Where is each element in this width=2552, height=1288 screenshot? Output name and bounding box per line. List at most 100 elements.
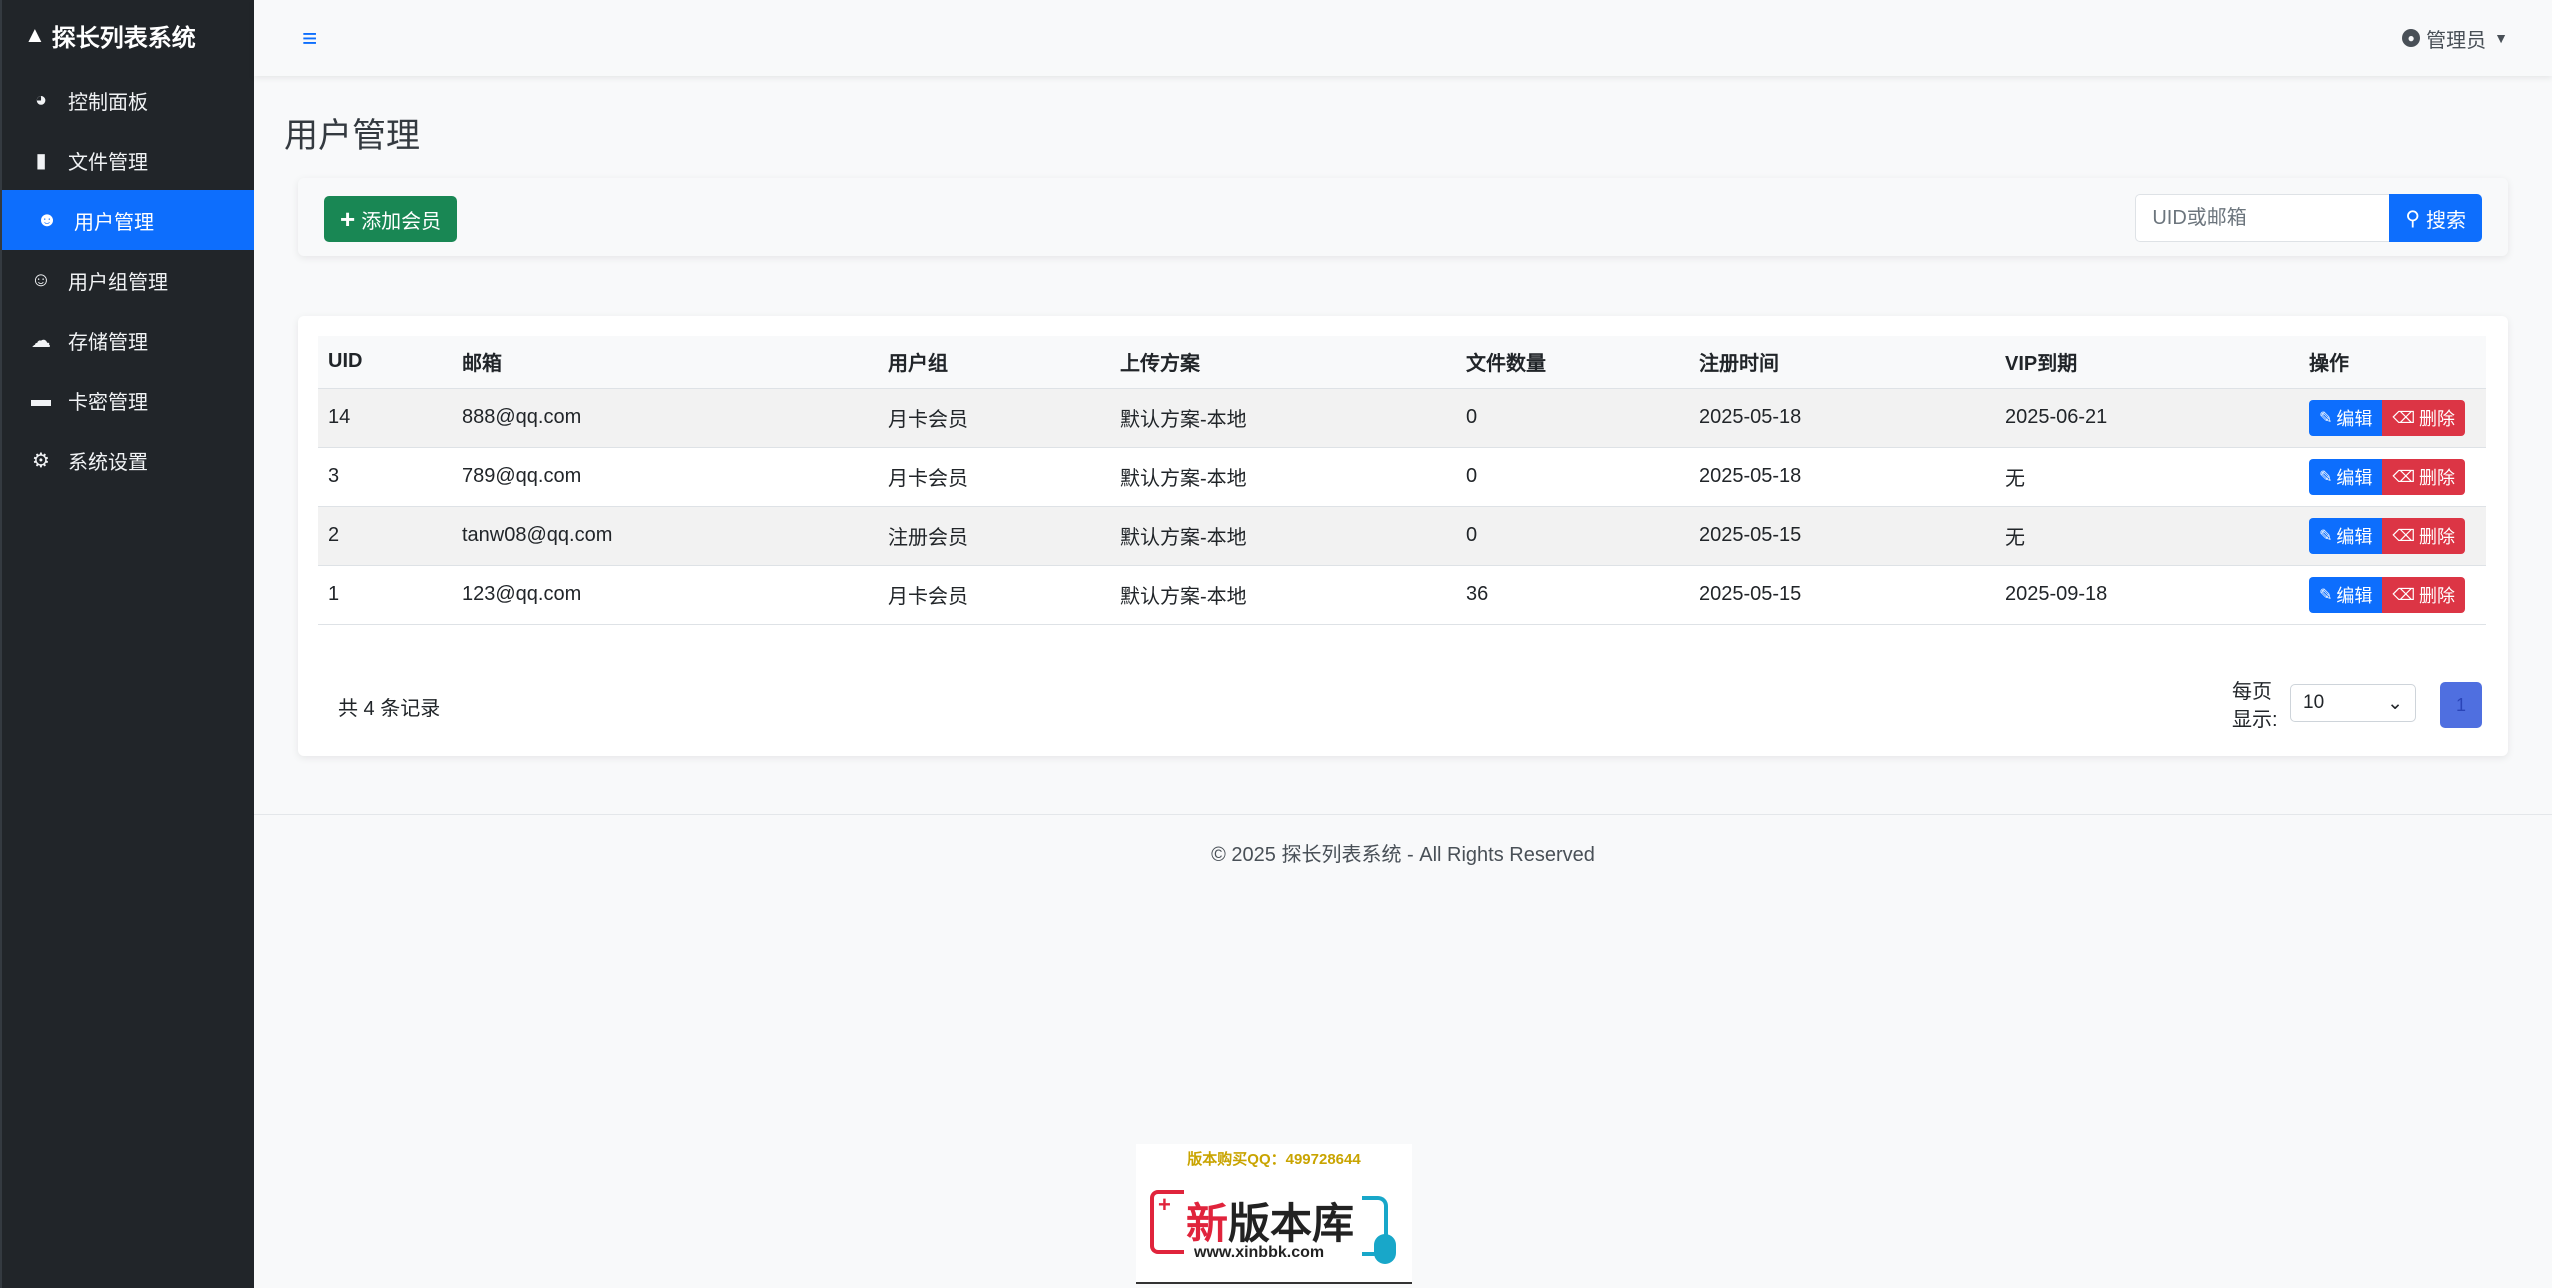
cell-vip-expiry: 2025-09-18 — [2005, 583, 2108, 605]
cell-uid: 14 — [328, 406, 351, 428]
cell-group: 月卡会员 — [888, 468, 968, 490]
edit-button[interactable]: ✎ 编辑 — [2309, 458, 2383, 495]
menu-toggle-icon[interactable]: ≡ — [302, 23, 317, 54]
user-circle-icon: ● — [2402, 29, 2421, 47]
delete-label: 删除 — [2419, 467, 2456, 488]
user-menu-label: 管理员 — [2426, 29, 2487, 52]
search-icon: ⚲ — [2405, 207, 2420, 230]
user-menu[interactable]: ● 管理员 ▼ — [2402, 24, 2508, 53]
cell-group: 注册会员 — [888, 527, 968, 549]
watermark-url: www.xinbbk.com — [1194, 1244, 1325, 1261]
delete-label: 删除 — [2419, 526, 2456, 547]
per-page-value: 10 — [2303, 692, 2325, 713]
cell-uid: 3 — [328, 465, 340, 487]
column-header-vip-expiry: VIP到期 — [2005, 353, 2078, 376]
edit-icon: ✎ — [2319, 468, 2333, 486]
brand-title: 探长列表系统 — [51, 24, 196, 52]
per-page-label: 每页显示: — [2232, 681, 2278, 731]
sidebar-item-dashboard[interactable]: ◕ 控制面板 — [2, 70, 254, 130]
column-header-plan: 上传方案 — [1120, 353, 1200, 376]
cell-uid: 2 — [328, 524, 340, 546]
table-row: 3 789@qq.com 月卡会员 默认方案-本地 0 2025-05-18 无… — [318, 447, 2486, 506]
cell-email: 888@qq.com — [462, 406, 582, 428]
cell-actions: ✎ 编辑 ⌫ 删除 — [2299, 565, 2486, 624]
cell-actions: ✎ 编辑 ⌫ 删除 — [2299, 506, 2486, 565]
plus-icon: + — [340, 203, 356, 234]
cell-vip-expiry: 无 — [2005, 527, 2025, 549]
cell-email: 789@qq.com — [462, 465, 582, 487]
sidebar-item-settings[interactable]: ⚙ 系统设置 — [2, 430, 254, 490]
edit-icon: ✎ — [2319, 586, 2333, 604]
trash-icon: ⌫ — [2392, 468, 2416, 486]
cell-plan: 默认方案-本地 — [1120, 409, 1247, 431]
watermark-name-rest: 版本库 — [1228, 1200, 1355, 1247]
logo-plus-icon: + — [1158, 1192, 1171, 1217]
search-group: ⚲ 搜索 — [2135, 194, 2482, 242]
tree-icon: ▲ — [24, 22, 46, 47]
row-actions: ✎ 编辑 ⌫ 删除 — [2309, 399, 2466, 436]
topbar: ≡ ● 管理员 ▼ — [254, 0, 2552, 76]
sidebar-item-label: 文件管理 — [68, 151, 148, 174]
column-header-actions: 操作 — [2309, 353, 2349, 376]
cell-register-time: 2025-05-18 — [1699, 406, 1802, 428]
sidebar-item-label: 用户组管理 — [68, 271, 168, 294]
cell-vip-expiry: 无 — [2005, 468, 2025, 490]
trash-icon: ⌫ — [2392, 527, 2416, 545]
user-table-card: UID 邮箱 用户组 上传方案 文件数量 注册时间 VIP到期 操作 14 88… — [298, 316, 2508, 756]
sidebar-item-cards[interactable]: ▬ 卡密管理 — [2, 370, 254, 430]
brand[interactable]: ▲ 探长列表系统 — [2, 0, 254, 70]
cell-file-count: 36 — [1466, 583, 1489, 605]
page-button[interactable]: 1 — [2440, 682, 2482, 728]
toolbar-card: + 添加会员 ⚲ 搜索 — [298, 178, 2508, 256]
column-header-register-time: 注册时间 — [1699, 353, 1779, 376]
sidebar-item-users[interactable]: ☻ 用户管理 — [2, 190, 254, 250]
credit-card-icon: ▬ — [31, 388, 51, 411]
table-row: 2 tanw08@qq.com 注册会员 默认方案-本地 0 2025-05-1… — [318, 506, 2486, 565]
row-actions: ✎ 编辑 ⌫ 删除 — [2309, 458, 2466, 495]
trash-icon: ⌫ — [2392, 586, 2416, 604]
row-actions: ✎ 编辑 ⌫ 删除 — [2309, 576, 2466, 613]
file-icon: ▮ — [35, 149, 47, 172]
cell-actions: ✎ 编辑 ⌫ 删除 — [2299, 388, 2486, 447]
cell-file-count: 0 — [1466, 465, 1478, 487]
edit-button[interactable]: ✎ 编辑 — [2309, 399, 2383, 436]
footer-divider — [254, 814, 2552, 815]
per-page-select[interactable]: 10 ⌄ — [2290, 684, 2416, 722]
edit-label: 编辑 — [2336, 467, 2373, 488]
watermark-qq-text: 版本购买QQ：499728644 — [1187, 1151, 1361, 1168]
column-header-uid: UID — [328, 350, 363, 373]
edit-button[interactable]: ✎ 编辑 — [2309, 576, 2383, 613]
cell-register-time: 2025-05-18 — [1699, 465, 1802, 487]
delete-label: 删除 — [2419, 585, 2456, 606]
add-member-label: 添加会员 — [361, 210, 442, 233]
watermark-name: 新版本库 — [1186, 1190, 1354, 1251]
cell-uid: 1 — [328, 583, 340, 605]
add-member-button[interactable]: + 添加会员 — [324, 196, 458, 242]
cell-group: 月卡会员 — [888, 586, 968, 608]
sidebar-item-files[interactable]: ▮ 文件管理 — [2, 130, 254, 190]
delete-button[interactable]: ⌫ 删除 — [2382, 517, 2466, 554]
watermark-name-red: 新 — [1186, 1200, 1229, 1247]
sidebar-item-user-groups[interactable]: ☺ 用户组管理 — [2, 250, 254, 310]
cell-email: 123@qq.com — [462, 583, 582, 605]
search-button[interactable]: ⚲ 搜索 — [2389, 194, 2482, 242]
delete-button[interactable]: ⌫ 删除 — [2382, 458, 2466, 495]
sidebar-item-label: 用户管理 — [74, 211, 154, 234]
search-label: 搜索 — [2426, 209, 2466, 232]
edit-button[interactable]: ✎ 编辑 — [2309, 517, 2383, 554]
delete-button[interactable]: ⌫ 删除 — [2382, 576, 2466, 613]
cloud-upload-icon: ☁ — [31, 329, 51, 352]
column-header-file-count: 文件数量 — [1466, 353, 1546, 376]
speedometer-icon: ◕ — [34, 88, 48, 111]
delete-button[interactable]: ⌫ 删除 — [2382, 399, 2466, 436]
table-header-row: UID 邮箱 用户组 上传方案 文件数量 注册时间 VIP到期 操作 — [318, 336, 2486, 388]
table-row: 1 123@qq.com 月卡会员 默认方案-本地 36 2025-05-15 … — [318, 565, 2486, 624]
row-actions: ✎ 编辑 ⌫ 删除 — [2309, 517, 2466, 554]
sidebar-item-label: 控制面板 — [68, 91, 148, 114]
search-input[interactable] — [2135, 194, 2390, 242]
trash-icon: ⌫ — [2392, 409, 2416, 427]
sidebar-item-storage[interactable]: ☁ 存储管理 — [2, 310, 254, 370]
sidebar-nav: ◕ 控制面板 ▮ 文件管理 ☻ 用户管理 ☺ 用户组管理 ☁ 存储管理 ▬ 卡密… — [2, 70, 254, 490]
cell-plan: 默认方案-本地 — [1120, 527, 1247, 549]
delete-label: 删除 — [2419, 408, 2456, 429]
